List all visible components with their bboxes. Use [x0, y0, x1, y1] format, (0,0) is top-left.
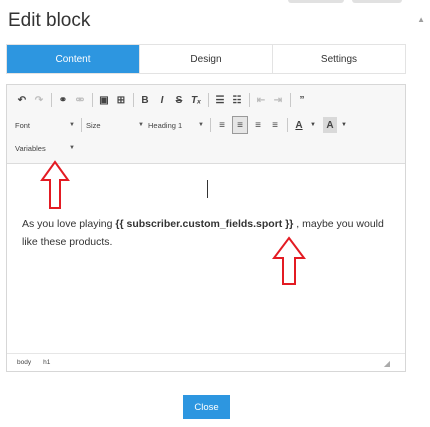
chevron-down-icon[interactable]: ▼ — [306, 117, 320, 133]
chevron-down-icon: ▼ — [69, 122, 75, 128]
table-icon[interactable]: ⊞ — [114, 92, 128, 108]
size-select[interactable]: Size ▼ — [86, 121, 144, 130]
align-justify-icon[interactable]: ≡ — [268, 117, 282, 133]
toolbar-separator — [51, 93, 52, 107]
toolbar-separator — [208, 93, 209, 107]
font-select[interactable]: Font ▼ — [15, 121, 75, 130]
editor-content[interactable]: As you love playing {{ subscriber.custom… — [22, 215, 394, 251]
editor-toolbar: ↶ ↷ ⚭ ⚮ ▣ ⊞ B I S Tₓ ☰ ☷ ⇤ ⇥ ” Font ▼ Si… — [7, 85, 405, 164]
chevron-down-icon[interactable]: ▼ — [337, 117, 351, 133]
undo-icon[interactable]: ↶ — [15, 92, 29, 108]
format-select-label: Heading 1 — [148, 120, 183, 130]
toolbar-separator — [249, 93, 250, 107]
blockquote-icon[interactable]: ” — [295, 92, 309, 108]
outdent-icon[interactable]: ⇤ — [254, 92, 268, 108]
chevron-down-icon: ▼ — [138, 122, 144, 128]
toolbar-separator — [290, 93, 291, 107]
tab-content[interactable]: Content — [7, 45, 139, 73]
size-select-label: Size — [86, 120, 101, 130]
annotation-arrow-up-left — [40, 160, 70, 209]
toolbar-row-2: Font ▼ Size ▼ Heading 1 ▼ ≡ ≡ ≡ ≡ A ▼ A … — [15, 116, 354, 134]
scroll-up-icon[interactable]: ▲ — [417, 15, 425, 24]
remove-format-icon[interactable]: Tₓ — [189, 92, 203, 108]
background-color-button[interactable]: A — [323, 117, 337, 133]
unlink-icon[interactable]: ⚮ — [73, 92, 87, 108]
template-variable: {{ subscriber.custom_fields.sport }} — [115, 218, 294, 230]
strikethrough-icon[interactable]: S — [172, 92, 186, 108]
format-select[interactable]: Heading 1 ▼ — [148, 121, 204, 130]
chevron-down-icon: ▼ — [198, 122, 204, 128]
top-strip-left — [288, 0, 344, 3]
tab-settings[interactable]: Settings — [272, 45, 405, 73]
bulleted-list-icon[interactable]: ☷ — [230, 92, 244, 108]
variables-select-label: Variables — [15, 143, 46, 153]
editor-text-before: As you love playing — [22, 218, 116, 230]
toolbar-separator — [133, 93, 134, 107]
close-button[interactable]: Close — [183, 395, 230, 419]
toolbar-separator — [210, 118, 211, 132]
tab-design[interactable]: Design — [139, 45, 272, 73]
text-color-button[interactable]: A — [292, 117, 306, 133]
toolbar-separator — [81, 118, 82, 132]
rich-text-editor: ↶ ↷ ⚭ ⚮ ▣ ⊞ B I S Tₓ ☰ ☷ ⇤ ⇥ ” Font ▼ Si… — [6, 84, 406, 372]
editor-statusbar: body h1 ◢ — [7, 353, 405, 371]
align-center-icon[interactable]: ≡ — [232, 116, 248, 134]
numbered-list-icon[interactable]: ☰ — [213, 92, 227, 108]
align-right-icon[interactable]: ≡ — [251, 117, 265, 133]
italic-icon[interactable]: I — [155, 92, 169, 108]
path-h1[interactable]: h1 — [43, 359, 50, 366]
resize-handle-icon[interactable]: ◢ — [384, 359, 390, 368]
top-strip-right — [352, 0, 402, 3]
toolbar-row-1: ↶ ↷ ⚭ ⚮ ▣ ⊞ B I S Tₓ ☰ ☷ ⇤ ⇥ ” — [15, 91, 312, 109]
annotation-arrow-up-right — [272, 236, 306, 285]
font-select-label: Font — [15, 120, 31, 130]
dialog-title: Edit block — [8, 10, 91, 31]
tab-bar: Content Design Settings — [6, 44, 406, 74]
text-cursor — [207, 180, 208, 198]
variables-select[interactable]: Variables ▼ — [15, 144, 75, 153]
toolbar-row-3: Variables ▼ — [15, 139, 79, 157]
redo-icon[interactable]: ↷ — [32, 92, 46, 108]
link-icon[interactable]: ⚭ — [56, 92, 70, 108]
image-icon[interactable]: ▣ — [97, 92, 111, 108]
toolbar-separator — [287, 118, 288, 132]
indent-icon[interactable]: ⇥ — [271, 92, 285, 108]
toolbar-separator — [92, 93, 93, 107]
bold-icon[interactable]: B — [138, 92, 152, 108]
chevron-down-icon: ▼ — [69, 145, 75, 151]
path-body[interactable]: body — [17, 359, 31, 366]
align-left-icon[interactable]: ≡ — [215, 117, 229, 133]
